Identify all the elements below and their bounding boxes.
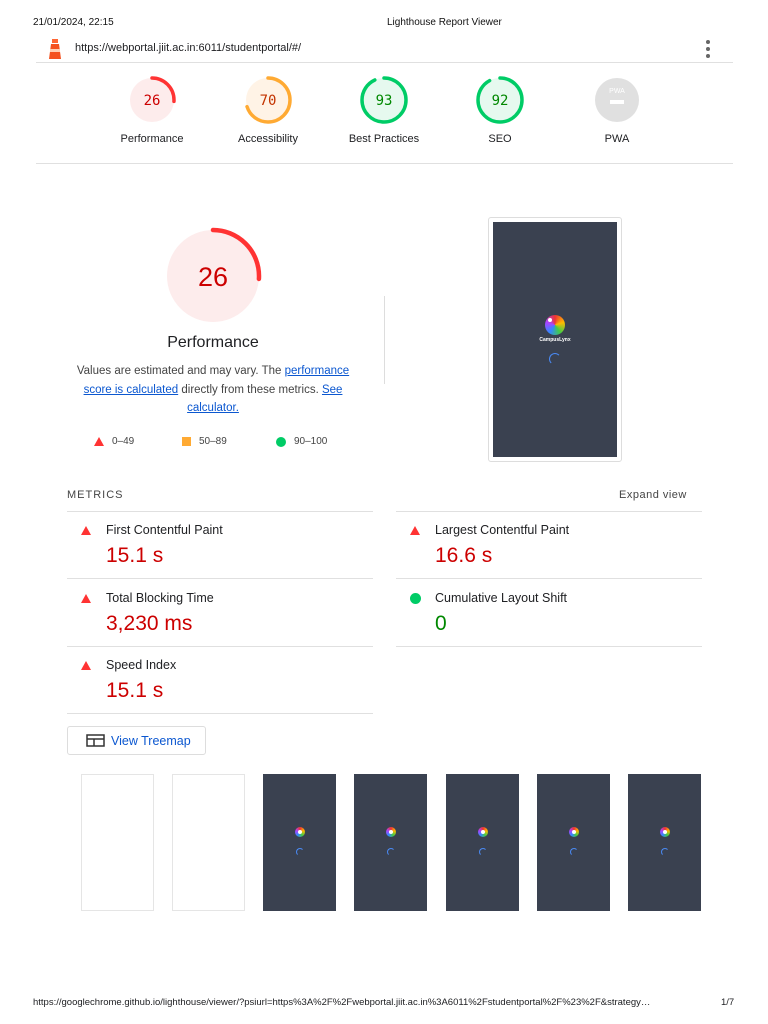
svg-text:92: 92 — [492, 93, 509, 109]
fail-triangle-icon — [81, 593, 91, 603]
campuslynx-logo-icon — [545, 315, 565, 335]
pass-circle-icon — [410, 592, 421, 604]
filmstrip-frame — [172, 774, 245, 911]
performance-title: Performance — [167, 334, 259, 351]
metric-largest-contentful-paint: Largest Contentful Paint 16.6 s — [396, 512, 702, 579]
square-icon — [182, 437, 191, 446]
treemap-icon — [86, 734, 105, 747]
filmstrip-frame — [81, 774, 154, 911]
metric-value: 3,230 ms — [106, 611, 193, 635]
lighthouse-logo-icon — [47, 38, 63, 60]
svg-text:93: 93 — [376, 93, 393, 109]
view-treemap-button[interactable]: View Treemap — [67, 726, 206, 755]
print-footer-url: https://googlechrome.github.io/lighthous… — [33, 997, 651, 1008]
svg-text:26: 26 — [198, 262, 228, 292]
category-label: Accessibility — [238, 133, 298, 145]
brand-name: CampusLynx — [539, 337, 571, 343]
category-label: Performance — [120, 133, 184, 145]
legend-fail: 0–49 — [94, 436, 134, 447]
metric-value: 16.6 s — [435, 544, 493, 567]
svg-text:70: 70 — [260, 93, 277, 109]
metric-label: Total Blocking Time — [106, 590, 214, 605]
category-gauge-performance[interactable]: 26 Performance — [102, 75, 202, 145]
metric-label: Largest Contentful Paint — [435, 523, 570, 537]
campuslynx-logo-icon — [659, 827, 670, 837]
fail-triangle-icon — [81, 526, 91, 535]
metric-label: Speed Index — [106, 658, 177, 672]
svg-text:26: 26 — [144, 93, 161, 109]
final-screenshot: CampusLynx — [488, 217, 622, 462]
metric-total-blocking-time: Total Blocking Time 3,230 ms — [67, 580, 373, 647]
metric-label: Cumulative Layout Shift — [435, 590, 568, 605]
legend-pass: 90–100 — [276, 436, 327, 447]
category-gauge-accessibility[interactable]: 70 Accessibility — [218, 75, 318, 145]
category-gauge-pwa[interactable]: PWA PWA — [567, 75, 667, 145]
print-datetime: 21/01/2024, 22:15 — [33, 17, 114, 28]
more-menu-icon[interactable] — [704, 40, 712, 58]
circle-icon — [276, 436, 286, 447]
filmstrip-frame — [263, 774, 336, 911]
metric-label: First Contentful Paint — [106, 523, 223, 537]
loading-spinner-icon — [295, 848, 304, 856]
filmstrip-frame — [354, 774, 427, 911]
metric-value: 15.1 s — [106, 679, 164, 702]
category-label: SEO — [488, 133, 512, 145]
fail-triangle-icon — [81, 661, 91, 670]
campuslynx-logo-icon — [568, 827, 579, 837]
svg-text:PWA: PWA — [609, 88, 625, 95]
loading-spinner-icon — [569, 848, 578, 856]
campuslynx-logo-icon — [477, 827, 488, 837]
filmstrip-frame — [537, 774, 610, 911]
category-label: Best Practices — [348, 133, 420, 145]
loading-spinner-icon — [386, 848, 395, 856]
category-gauge-seo[interactable]: 92 SEO — [450, 75, 550, 145]
legend-average: 50–89 — [182, 436, 227, 447]
triangle-icon — [94, 437, 104, 446]
print-page-number: 1/7 — [721, 997, 735, 1008]
filmstrip-frame — [446, 774, 519, 911]
category-gauge-best-practices[interactable]: 93 Best Practices — [334, 75, 434, 145]
campuslynx-logo-icon — [294, 827, 305, 837]
performance-description: Values are estimated and may vary. The p… — [76, 365, 350, 414]
print-title: Lighthouse Report Viewer — [387, 17, 502, 28]
loading-spinner-icon — [549, 353, 561, 365]
campuslynx-logo-icon — [385, 827, 396, 837]
report-url[interactable]: https://webportal.jiit.ac.in:6011/studen… — [75, 42, 301, 54]
metric-value: 15.1 s — [106, 544, 164, 567]
performance-gauge: 26 — [163, 226, 263, 331]
metric-first-contentful-paint: First Contentful Paint 15.1 s — [67, 512, 373, 579]
metric-cumulative-layout-shift: Cumulative Layout Shift 0 — [396, 580, 702, 647]
fail-triangle-icon — [410, 526, 420, 535]
metric-value: 0 — [435, 611, 447, 635]
metric-speed-index: Speed Index 15.1 s — [67, 647, 373, 714]
expand-view-toggle[interactable]: Expand view — [619, 489, 687, 501]
loading-spinner-icon — [478, 848, 487, 856]
filmstrip-frame — [628, 774, 701, 911]
loading-spinner-icon — [660, 848, 669, 856]
category-label: PWA — [604, 133, 630, 145]
metrics-heading: METRICS — [67, 489, 124, 501]
